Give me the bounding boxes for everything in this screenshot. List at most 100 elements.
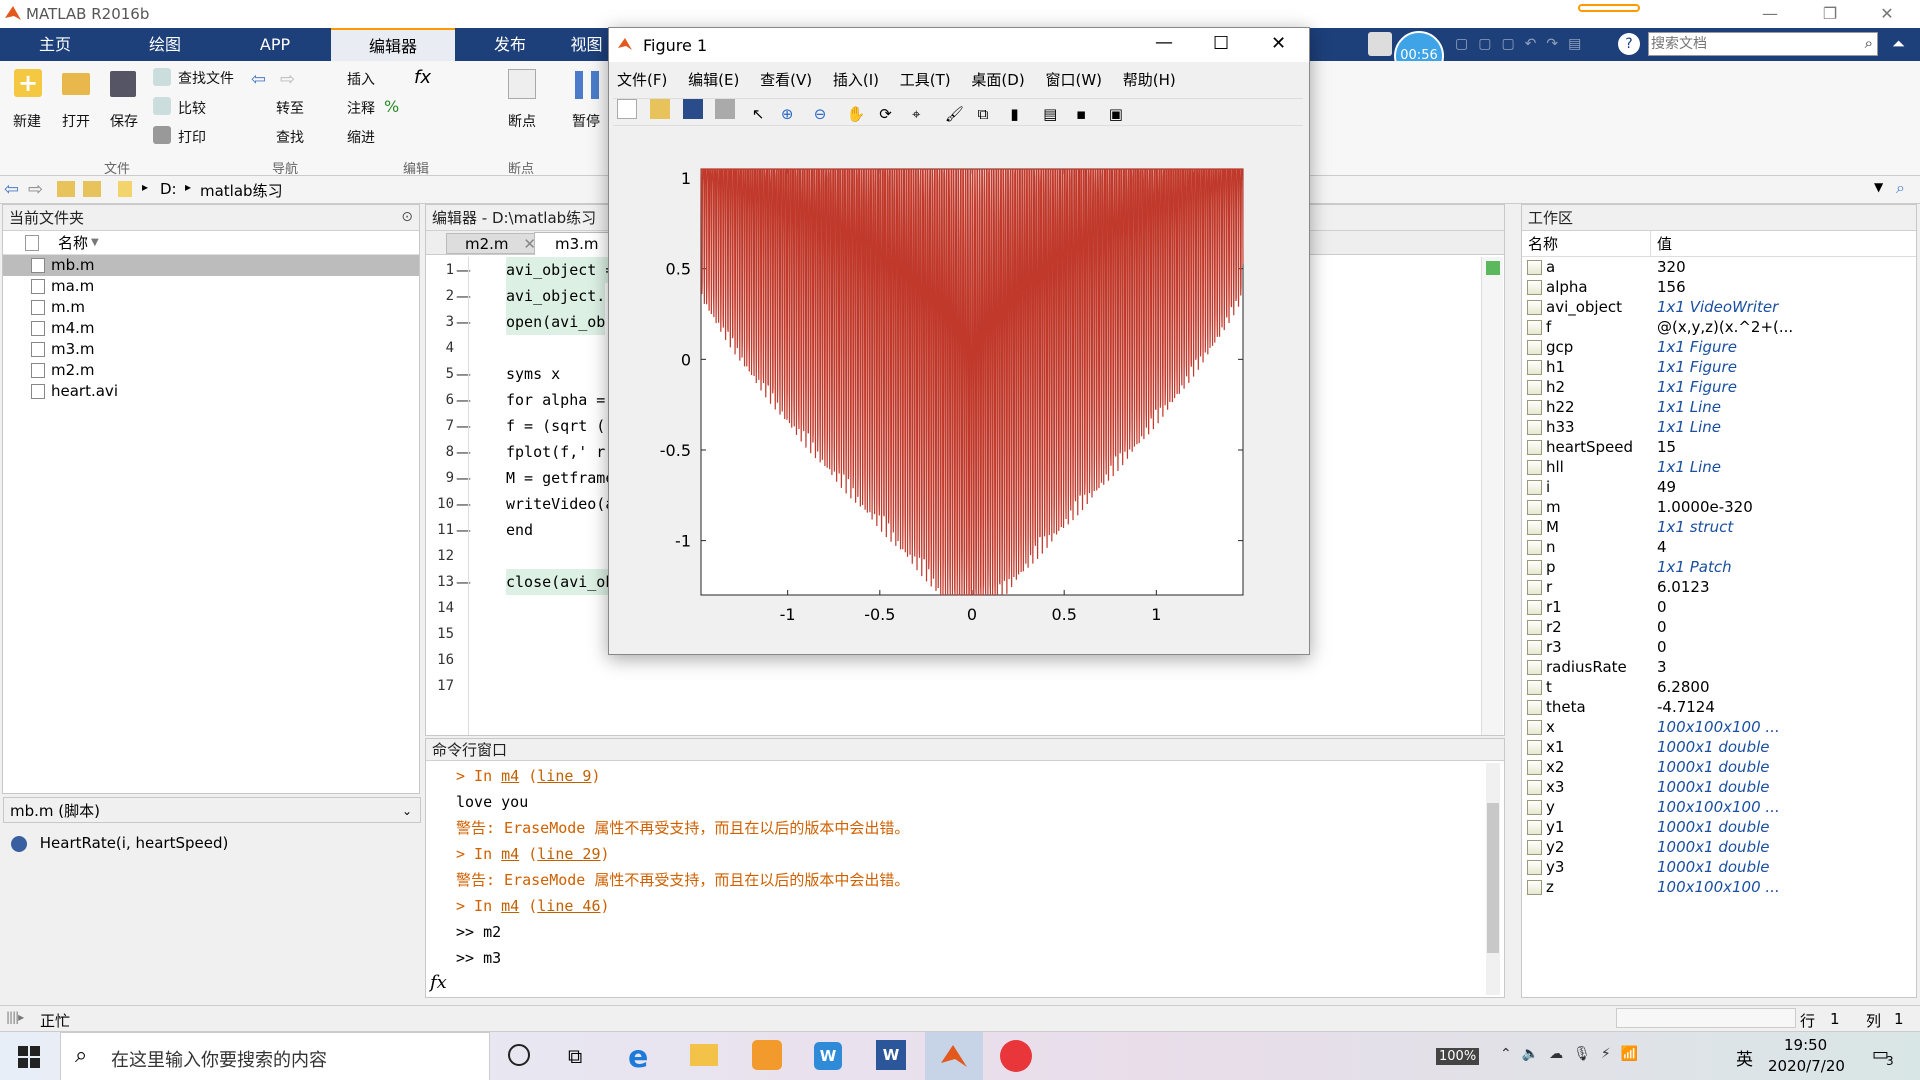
file-item[interactable]: m4.m: [3, 318, 419, 339]
workspace-variable-row[interactable]: m 1.0000e-320: [1522, 497, 1916, 517]
tab-publish[interactable]: 发布: [455, 28, 565, 61]
menu-help[interactable]: 帮助(H): [1123, 71, 1176, 89]
workspace-variable-row[interactable]: avi_object 1x1 VideoWriter: [1522, 297, 1916, 317]
pointer-icon[interactable]: ↖: [748, 105, 768, 125]
workspace-variable-row[interactable]: y3 1000x1 double: [1522, 857, 1916, 877]
file-item[interactable]: heart.avi: [3, 381, 419, 402]
tab-editor[interactable]: 编辑器: [331, 28, 455, 61]
command-scrollbar[interactable]: [1486, 763, 1500, 995]
rotate-3d-icon[interactable]: ⟳: [879, 105, 899, 125]
workspace-variable-row[interactable]: i 49: [1522, 477, 1916, 497]
workspace-variable-row[interactable]: x1 1000x1 double: [1522, 737, 1916, 757]
workspace-variable-row[interactable]: h1 1x1 Figure: [1522, 357, 1916, 377]
workspace-variable-row[interactable]: a 320: [1522, 257, 1916, 277]
workspace-variable-row[interactable]: theta -4.7124: [1522, 697, 1916, 717]
back-arrow-icon[interactable]: ⇦: [251, 69, 266, 90]
menu-insert[interactable]: 插入(I): [833, 71, 879, 89]
percent-icon[interactable]: %: [384, 97, 399, 116]
menu-tools[interactable]: 工具(T): [900, 71, 951, 89]
compare-button[interactable]: 比较: [178, 98, 206, 118]
file-item[interactable]: m2.m: [3, 360, 419, 381]
windows-start-icon[interactable]: [18, 1046, 40, 1068]
nav-back-icon[interactable]: ⇦: [4, 179, 19, 200]
workspace-variable-row[interactable]: r1 0: [1522, 597, 1916, 617]
workspace-variable-row[interactable]: t 6.2800: [1522, 677, 1916, 697]
wps-icon[interactable]: W: [814, 1042, 842, 1070]
clock-date[interactable]: 2020/7/20: [1768, 1057, 1845, 1075]
new-file-icon[interactable]: +: [14, 69, 42, 97]
menu-view[interactable]: 查看(V): [760, 71, 812, 89]
workspace-variable-row[interactable]: x 100x100x100 ...: [1522, 717, 1916, 737]
trace-line-link[interactable]: line 46: [537, 897, 600, 915]
system-tray-icons[interactable]: ⌃🔈☁🎙⚡📶: [1500, 1046, 1648, 1062]
open-file-icon[interactable]: [649, 99, 670, 119]
file-explorer-icon[interactable]: [690, 1044, 718, 1066]
trace-file-link[interactable]: m4: [501, 897, 519, 915]
close-icon[interactable]: ✕: [1271, 33, 1286, 54]
workspace-variable-row[interactable]: radiusRate 3: [1522, 657, 1916, 677]
workspace-variable-row[interactable]: y1 1000x1 double: [1522, 817, 1916, 837]
link-plot-icon[interactable]: ⧉: [978, 105, 998, 125]
function-item[interactable]: HeartRate(i, heartSpeed): [11, 833, 228, 853]
quick-access-toolbar[interactable]: ▢▢▢↶↷▤: [1455, 34, 1645, 54]
breakpoints-icon[interactable]: [508, 69, 536, 99]
chevron-down-icon[interactable]: ⌄: [402, 798, 412, 824]
minimize-icon[interactable]: —: [1755, 2, 1785, 26]
workspace-variable-row[interactable]: h33 1x1 Line: [1522, 417, 1916, 437]
workspace-variable-row[interactable]: z 100x100x100 ...: [1522, 877, 1916, 897]
workspace-variable-row[interactable]: p 1x1 Patch: [1522, 557, 1916, 577]
open-folder-icon[interactable]: [62, 73, 90, 95]
pause-icon[interactable]: [575, 71, 599, 99]
workspace-variable-row[interactable]: r2 0: [1522, 617, 1916, 637]
workspace-variable-row[interactable]: x3 1000x1 double: [1522, 777, 1916, 797]
file-list-header[interactable]: 名称 ▼: [3, 231, 419, 255]
print-figure-icon[interactable]: [715, 99, 736, 119]
trace-file-link[interactable]: m4: [501, 845, 519, 863]
zoom-in-icon[interactable]: ⊕: [781, 105, 801, 125]
goto-button[interactable]: 转至: [276, 98, 304, 118]
scrollbar-thumb[interactable]: [1487, 803, 1499, 953]
matlab-taskbar-button[interactable]: [925, 1032, 983, 1080]
workspace-variable-row[interactable]: f @(x,y,z)(x.^2+(...: [1522, 317, 1916, 337]
maximize-icon[interactable]: ☐: [1213, 33, 1229, 54]
colorbar-icon[interactable]: ▮: [1010, 105, 1030, 125]
task-view-icon[interactable]: ⧉: [568, 1044, 582, 1068]
word-icon[interactable]: W: [876, 1040, 906, 1070]
insert-button[interactable]: 插入: [347, 69, 375, 89]
editor-tab-active[interactable]: m3.m: [534, 232, 620, 255]
browse-folder-icon[interactable]: [83, 181, 101, 197]
path-dropdown-icon[interactable]: ▼: [1874, 180, 1883, 194]
workspace-variable-row[interactable]: h22 1x1 Line: [1522, 397, 1916, 417]
clock-time[interactable]: 19:50: [1784, 1036, 1827, 1054]
show-tools-icon[interactable]: ▣: [1109, 105, 1129, 125]
panel-menu-icon[interactable]: ⊙: [401, 209, 413, 225]
trace-file-link[interactable]: m4: [501, 767, 519, 785]
new-button[interactable]: 新建: [13, 111, 41, 131]
workspace-variable-row[interactable]: x2 1000x1 double: [1522, 757, 1916, 777]
find-button[interactable]: 查找: [276, 127, 304, 147]
hide-tools-icon[interactable]: ▪: [1076, 105, 1096, 125]
restore-icon[interactable]: ❐: [1815, 2, 1845, 26]
menu-window[interactable]: 窗口(W): [1045, 71, 1102, 89]
workspace-name-header[interactable]: 名称: [1528, 231, 1558, 257]
legend-icon[interactable]: ▤: [1043, 105, 1063, 125]
menu-file[interactable]: 文件(F): [617, 71, 667, 89]
workspace-variable-row[interactable]: r 6.0123: [1522, 577, 1916, 597]
print-button[interactable]: 打印: [178, 127, 206, 147]
minimize-icon[interactable]: —: [1155, 32, 1173, 53]
plot-area[interactable]: -1 -0.5 0 0.5 1 1 0.5 0 -0.5 -1: [609, 128, 1309, 654]
edge-browser-icon[interactable]: e: [628, 1040, 648, 1075]
menu-desktop[interactable]: 桌面(D): [971, 71, 1024, 89]
pause-button[interactable]: 暂停: [572, 111, 600, 131]
workspace-variable-row[interactable]: heartSpeed 15: [1522, 437, 1916, 457]
up-folder-icon[interactable]: [57, 181, 75, 197]
find-files-button[interactable]: 查找文件: [178, 68, 234, 88]
battery-level[interactable]: 100%: [1436, 1048, 1480, 1065]
save-figure-icon[interactable]: [682, 99, 703, 119]
taskbar-search-box[interactable]: ⌕ 在这里输入你要搜索的内容: [60, 1032, 490, 1080]
help-icon[interactable]: ?: [1618, 33, 1640, 55]
zoom-out-icon[interactable]: ⊖: [814, 105, 834, 125]
search-icon[interactable]: ⌕: [1865, 34, 1873, 52]
nav-forward-icon[interactable]: ⇨: [28, 179, 43, 200]
trace-line-link[interactable]: line 9: [537, 767, 591, 785]
